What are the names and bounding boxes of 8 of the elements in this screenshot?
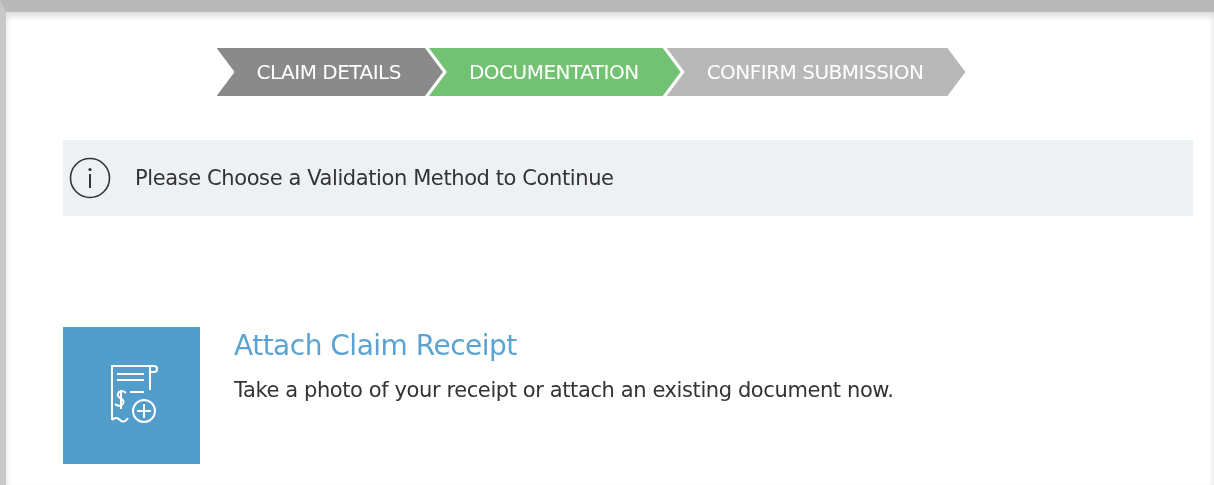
- info-message: Please Choose a Validation Method to Continue: [135, 166, 614, 190]
- option-description: Take a photo of your receipt or attach an existing document now.: [234, 378, 894, 402]
- info-icon: [69, 157, 111, 199]
- option-title[interactable]: Attach Claim Receipt: [234, 329, 894, 362]
- progress-step: CONFIRM SUBMISSION: [666, 48, 966, 96]
- receipt-option-tile[interactable]: [63, 327, 200, 464]
- progress-step: DOCUMENTATION: [428, 48, 681, 96]
- progress-step: CLAIM DETAILS: [216, 48, 443, 96]
